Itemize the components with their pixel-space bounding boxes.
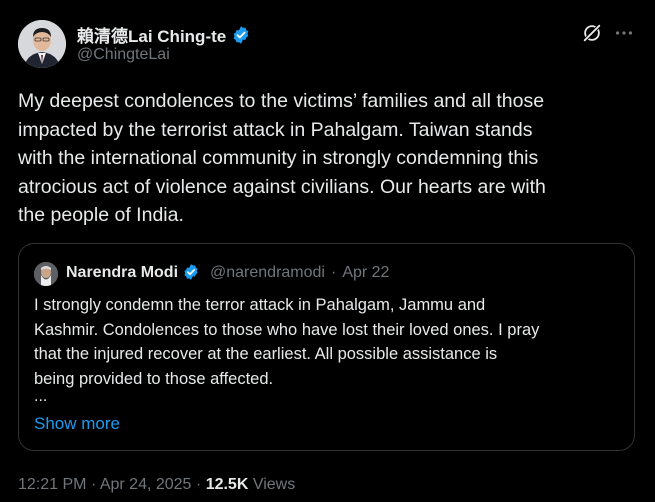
- show-more-link[interactable]: Show more: [34, 414, 120, 434]
- author-avatar[interactable]: [18, 20, 66, 68]
- quoted-header[interactable]: Narendra Modi @narendramodi · Apr 22: [66, 263, 389, 283]
- more-options-icon[interactable]: [613, 22, 635, 44]
- author-display-name[interactable]: 賴清德Lai Ching-te: [77, 22, 226, 47]
- quoted-separator: ·: [330, 264, 337, 281]
- tweet-time[interactable]: 12:21 PM: [18, 476, 86, 493]
- tweet-footer: 12:21 PM · Apr 24, 2025 · 12.5K Views: [18, 476, 295, 494]
- quoted-tweet-card[interactable]: Narendra Modi @narendramodi · Apr 22 I s…: [18, 243, 635, 451]
- quoted-date[interactable]: Apr 22: [342, 264, 389, 282]
- author-name-row[interactable]: 賴清德Lai Ching-te: [77, 22, 251, 47]
- views-label[interactable]: Views: [253, 476, 295, 493]
- footer-separator: ·: [90, 476, 97, 493]
- tweet-date[interactable]: Apr 24, 2025: [100, 476, 192, 493]
- quoted-text: I strongly condemn the terror attack in …: [34, 296, 540, 388]
- views-count[interactable]: 12.5K: [206, 476, 249, 493]
- footer-separator: ·: [195, 476, 202, 493]
- verified-badge-icon[interactable]: [182, 263, 202, 283]
- quoted-display-name[interactable]: Narendra Modi: [66, 264, 178, 282]
- tweet-text: My deepest condolences to the victims’ f…: [18, 90, 546, 226]
- author-handle[interactable]: @ChingteLai: [77, 46, 170, 64]
- quoted-handle[interactable]: @narendramodi: [210, 264, 325, 282]
- grok-icon[interactable]: [581, 22, 603, 44]
- quoted-ellipsis: ...: [34, 388, 48, 405]
- quoted-author-avatar[interactable]: [34, 262, 58, 286]
- verified-badge-icon[interactable]: [231, 25, 251, 45]
